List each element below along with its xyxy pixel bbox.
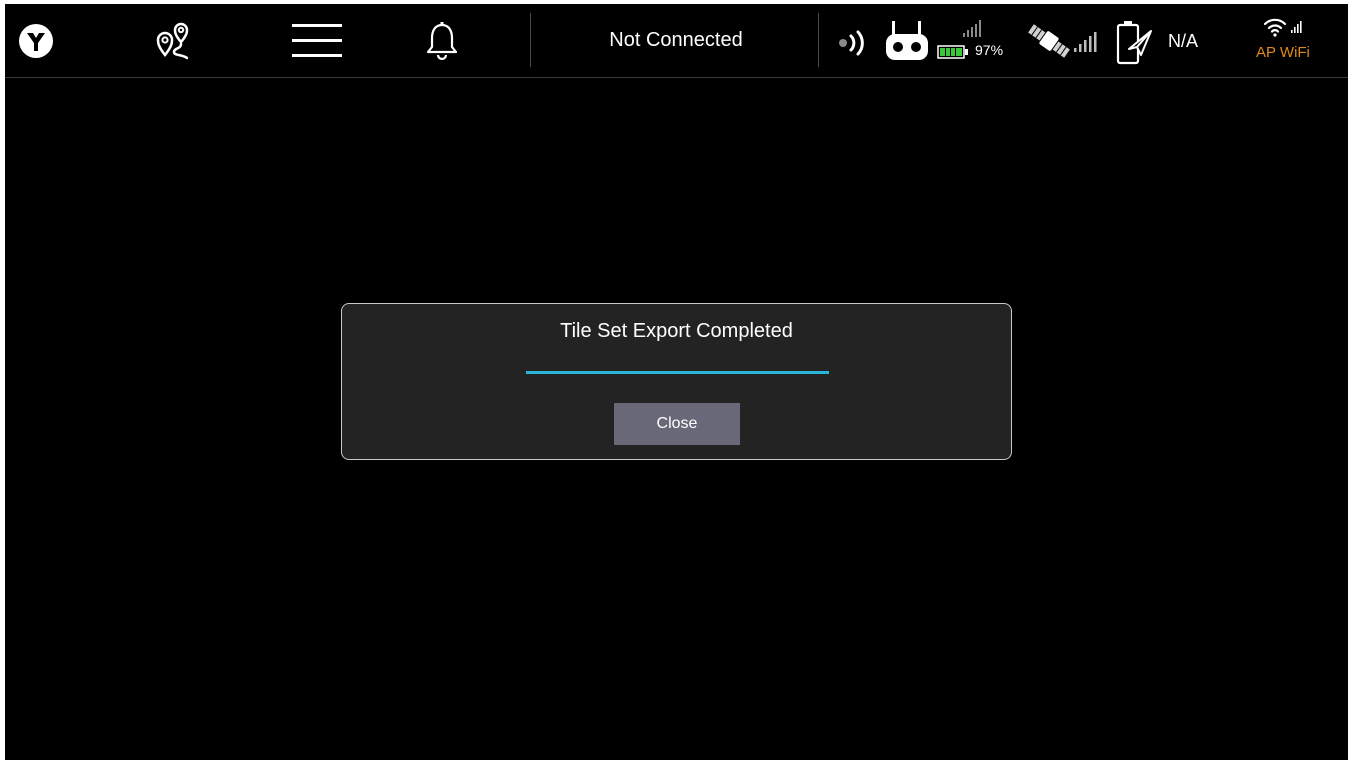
app-screen: Not Connected 97% N/A AP WiFi Tile Set E… xyxy=(5,4,1348,760)
rc-battery-percent: 97% xyxy=(975,42,1004,58)
toolbar-divider xyxy=(530,13,531,67)
export-progress-bar xyxy=(526,371,829,374)
rc-signal-bars-icon xyxy=(963,20,981,37)
menu-icon xyxy=(292,23,342,57)
flight-battery-status: N/A xyxy=(1168,31,1199,51)
notifications-button[interactable] xyxy=(412,4,472,77)
logo-icon xyxy=(19,23,53,58)
plan-view-button[interactable] xyxy=(143,4,203,77)
battery-icon xyxy=(937,45,968,59)
gps-satellite-icon xyxy=(1028,24,1070,58)
remote-controller-icon xyxy=(886,21,928,60)
logo-button[interactable] xyxy=(5,4,67,77)
gps-signal-bars-icon xyxy=(1074,32,1097,52)
toolbar-divider xyxy=(818,13,819,67)
vehicle-battery-icon xyxy=(1116,21,1152,65)
close-button[interactable]: Close xyxy=(614,403,740,445)
export-complete-dialog: Tile Set Export Completed Close xyxy=(341,303,1012,460)
mission-route-icon xyxy=(156,22,189,59)
signal-broadcast-icon xyxy=(839,30,864,56)
connection-status[interactable]: Not Connected xyxy=(545,4,807,77)
export-progress-fill xyxy=(526,371,829,374)
menu-button[interactable] xyxy=(287,4,347,77)
top-toolbar: Not Connected 97% N/A AP WiFi xyxy=(5,4,1348,78)
bell-icon xyxy=(426,21,458,60)
wifi-icon xyxy=(1263,18,1287,37)
wifi-label[interactable]: AP WiFi xyxy=(1256,44,1310,61)
wifi-signal-bars-icon xyxy=(1291,21,1302,33)
dialog-title: Tile Set Export Completed xyxy=(560,320,793,342)
